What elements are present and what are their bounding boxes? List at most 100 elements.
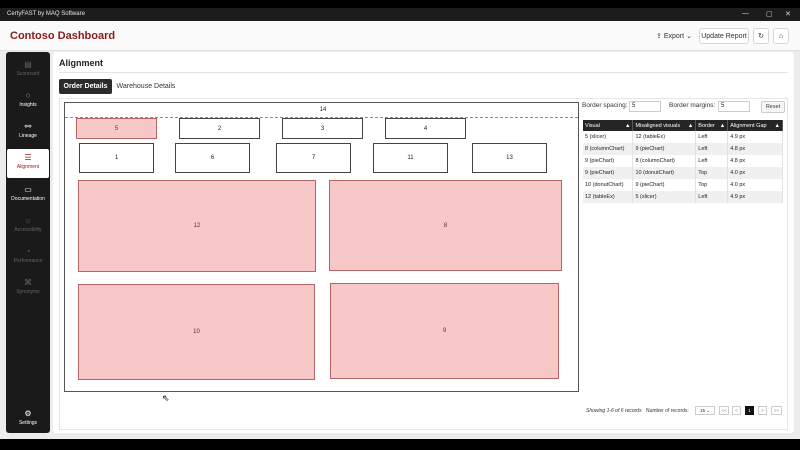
table-cell: 8 (columnChart) [583,143,634,155]
first-page-button[interactable]: << [719,406,729,415]
sidebar-item-insights[interactable]: ◌ Insights [6,87,50,115]
scorecard-icon: ▤ [24,60,32,69]
records-label: Number of records: [646,408,689,414]
table-cell: 8 (columnChart) [632,155,697,167]
sidebar-item-documentation[interactable]: ▭ Documentation [6,181,50,209]
next-page-button[interactable]: > [758,406,767,415]
table-row[interactable]: 5 (slicer) 12 (tableEx) Left 4.9 px [583,131,783,143]
sidebar-item-alignment[interactable]: ☰ Alignment [7,149,49,178]
table-cell: 4.9 px [727,191,783,203]
table-cell: 9 (pieChart) [632,143,697,155]
document-icon: ▭ [24,185,32,194]
table-cell: Top [695,179,729,191]
visual-box-11[interactable]: 11 [373,143,448,173]
column-header[interactable]: Border ▲ [695,120,729,131]
main-panel: Alignment Order Details Warehouse Detail… [53,52,794,433]
prev-page-button[interactable]: < [732,406,741,415]
window-titlebar: CertyFAST by MAQ Software — ▢ ✕ [0,8,800,21]
table-cell: Left [695,131,729,143]
sidebar-item-accessibility[interactable]: ☼ Accessibility [6,212,50,240]
sidebar-item-label: Insights [19,102,37,108]
sidebar-item-label: Settings [18,420,38,426]
column-header[interactable]: Alignment Gap ▲ [727,120,783,131]
table-cell: 10 (donutChart) [583,179,634,191]
sidebar-item-performance[interactable]: ◔ Performance [6,243,50,271]
sidebar-item-scorecard[interactable]: ▤ Scorecard [6,56,50,84]
refresh-button[interactable]: ↻ [753,28,769,44]
border-spacing-input[interactable]: 5 [629,101,661,112]
column-header[interactable]: Visual ▲ [583,120,634,131]
accessibility-icon: ☼ [24,216,32,225]
table-row[interactable]: 8 (columnChart) 9 (pieChart) Left 4.8 px [583,143,783,155]
border-margins-input[interactable]: 5 [718,101,750,112]
reset-button[interactable]: Reset [761,101,785,113]
visual-box-3[interactable]: 3 [282,118,363,139]
table-row[interactable]: 9 (pieChart) 10 (donutChart) Top 4.0 px [583,167,783,179]
share-icon: ⇪ [656,33,662,40]
table-cell: Left [695,155,729,167]
visual-box-9[interactable]: 9 [330,283,559,379]
table-row[interactable]: 12 (tableEx) 5 (slicer) Left 4.9 px [583,191,783,203]
mouse-cursor-icon: ⇖ [162,393,170,403]
sidebar-item-lineage[interactable]: ⚯ Lineage [6,118,50,146]
visual-box-12[interactable]: 12 [78,180,316,272]
home-button[interactable]: ⌂ [773,28,789,44]
tab-order-details[interactable]: Order Details [59,79,112,94]
table-cell: 4.0 px [727,167,783,179]
visual-box-7[interactable]: 7 [276,143,351,173]
visual-box-5[interactable]: 5 [76,118,157,139]
export-button[interactable]: ⇪ Export ⌄ [654,28,694,44]
alignment-icon: ☰ [24,153,32,162]
sidebar-item-label: Accessibility [14,227,42,233]
page-title: Alignment [59,58,103,68]
table-cell: 5 (slicer) [583,131,634,143]
pagination-bar: Showing 1-6 of 6 records Number of recor… [583,406,784,418]
sidebar-item-label: Performance [13,258,43,264]
synonyms-icon: ⌘ [24,278,32,287]
visual-box-4[interactable]: 4 [385,118,466,139]
table-cell: 4.8 px [727,155,783,167]
header-bar: Contoso Dashboard ⇪ Export ⌄ Update Repo… [0,21,800,51]
gauge-icon: ◔ [25,247,31,256]
column-header[interactable]: Misaligned visuals ▲ [632,120,697,131]
bulb-icon: ◌ [25,91,31,100]
sidebar-item-label: Documentation [11,196,45,202]
table-cell: 12 (tableEx) [583,191,634,203]
table-cell: 10 (donutChart) [632,167,697,179]
update-report-button[interactable]: Update Report [699,28,749,44]
lineage-icon: ⚯ [24,122,32,131]
visual-box-13[interactable]: 13 [472,143,547,173]
report-canvas: 14 5 2 3 4 1 6 7 11 13 12 8 10 9 [64,102,579,392]
visual-box-6[interactable]: 6 [175,143,250,173]
table-cell: 12 (tableEx) [632,131,697,143]
maximize-icon[interactable]: ▢ [766,10,773,18]
visual-box-10[interactable]: 10 [78,284,315,380]
sidebar-item-synonyms[interactable]: ⌘ Synonyms [6,274,50,302]
records-summary: Showing 1-6 of 6 records [586,408,642,414]
visual-box-8[interactable]: 8 [329,180,562,271]
table-row[interactable]: 9 (pieChart) 8 (columnChart) Left 4.8 px [583,155,783,167]
sort-icon: ▲ [624,122,631,129]
chevron-down-icon: ⌄ [686,33,692,40]
visual-box-2[interactable]: 2 [179,118,260,139]
table-cell: 9 (pieChart) [583,155,634,167]
visual-box-14[interactable]: 14 [265,104,381,116]
close-icon[interactable]: ✕ [785,10,791,18]
border-margins-label: Border margins: [669,102,716,109]
visual-box-1[interactable]: 1 [79,143,154,173]
tab-warehouse-details[interactable]: Warehouse Details [115,79,177,94]
table-cell: 9 (pieChart) [632,179,697,191]
table-cell: 9 (pieChart) [583,167,634,179]
table-row[interactable]: 10 (donutChart) 9 (pieChart) Top 4.0 px [583,179,783,191]
last-page-button[interactable]: >> [771,406,782,415]
sidebar-item-settings[interactable]: ⚙ Settings [6,405,50,433]
app-window: Contoso Dashboard ⇪ Export ⌄ Update Repo… [0,21,800,439]
minimize-icon[interactable]: — [742,10,749,17]
app-root: CertyFAST by MAQ Software — ▢ ✕ Contoso … [0,0,800,450]
page-size-select[interactable]: 15 ⌄ [695,406,715,415]
table-cell: Left [695,143,729,155]
content-area: 14 5 2 3 4 1 6 7 11 13 12 8 10 9 Border … [59,98,788,430]
page-1-button[interactable]: 1 [745,406,754,415]
sidebar: ▤ Scorecard ◌ Insights ⚯ Lineage ☰ Align… [6,52,50,433]
table-header-row: Visual ▲ Misaligned visuals ▲ Border ▲ A… [583,120,783,131]
